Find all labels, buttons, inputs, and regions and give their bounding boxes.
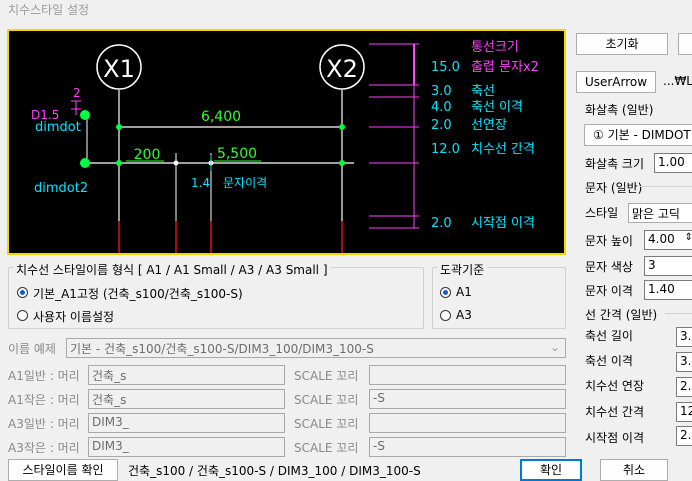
- row-head-input[interactable]: DIM3_: [88, 413, 285, 433]
- radio-user-name[interactable]: [17, 310, 28, 321]
- spin-icon[interactable]: ⇕: [685, 232, 692, 243]
- arrow-size-label: 화살촉 크기: [585, 157, 645, 171]
- check-style-name-button[interactable]: 스타일이름 확인: [8, 459, 118, 481]
- dim-gap-input[interactable]: 12: [676, 402, 692, 422]
- row-head-input[interactable]: 건축_s: [88, 365, 285, 385]
- text-section-divider: [640, 186, 692, 187]
- line-section-divider: [665, 313, 692, 314]
- ann-axis-gap-label: 축선 이격: [471, 100, 523, 115]
- text-height-input[interactable]: 4.00 ⇕: [644, 230, 692, 250]
- name-example-value: 기본 - 건축_s100/건축_s100-S/DIM3_100/DIM3_100…: [70, 342, 374, 356]
- arrow-section-title: 화살촉 (일반): [585, 103, 654, 117]
- name-example-select[interactable]: 기본 - 건축_s100/건축_s100-S/DIM3_100/DIM3_100…: [66, 338, 566, 358]
- start-gap-input[interactable]: 2.0: [676, 426, 692, 446]
- text-style-label: 스타일: [585, 206, 619, 220]
- ann-size-label-b: 출렵 문자x2: [471, 60, 539, 75]
- draw-standard-legend: 도곽기준: [437, 261, 488, 278]
- row-tail-label: SCALE 꼬리: [294, 393, 359, 407]
- ann-dimgap-value: 12.0: [431, 142, 460, 157]
- row-tail-input[interactable]: -S: [369, 389, 566, 409]
- row-tail-input[interactable]: [369, 413, 566, 433]
- style-name-result: 건축_s100 / 건축_s100-S / DIM3_100 / DIM3_10…: [128, 464, 421, 478]
- radio-fixed-name-label[interactable]: 기본_A1고정 (건축_s100/건축_s100-S): [33, 285, 243, 302]
- cancel-button[interactable]: 취소: [600, 459, 668, 481]
- row-head-label: A1일반 : 머리: [8, 369, 80, 383]
- preview-canvas: X1 X2 6,400 5,500 200 dimdot dimdot2 1.4…: [31, 40, 539, 253]
- reset-button[interactable]: 초기화: [576, 33, 668, 55]
- row-head-label: A3작은 : 머리: [8, 441, 80, 455]
- grid-label-x1: X1: [103, 55, 135, 83]
- ann-axis-value: 3.0: [431, 84, 452, 99]
- text-style-select[interactable]: 맑은 고딕: [628, 203, 692, 223]
- ann-ext-value: 2.0: [431, 118, 452, 133]
- ann-start-label: 시작점 이격: [471, 216, 535, 231]
- row-head-input[interactable]: 건축_s: [88, 389, 285, 409]
- dimdot-label: dimdot: [35, 120, 81, 135]
- row-tail-label: SCALE 꼬리: [294, 441, 359, 455]
- radio-user-name-label[interactable]: 사용자 이름설정: [33, 308, 114, 325]
- axis-length-input[interactable]: 3.0: [676, 327, 692, 347]
- name-format-legend: 치수선 스타일이름 형식 [ A1 / A1 Small / A3 / A3 S…: [13, 261, 331, 278]
- two-label: 2: [73, 86, 81, 100]
- dim-text-5500: 5,500: [217, 146, 257, 162]
- d-label: D1.5: [31, 108, 59, 122]
- row-tail-label: SCALE 꼬리: [294, 417, 359, 431]
- text-height-label: 문자 높이: [585, 234, 633, 248]
- grid-label-x2: X2: [326, 55, 358, 83]
- text-gap-label: 문자 이격: [585, 284, 633, 298]
- text-color-label: 문자 색상: [585, 260, 633, 274]
- row-tail-label: SCALE 꼬리: [294, 369, 359, 383]
- name-example-label: 이름 예제: [8, 342, 56, 356]
- text-height-value: 4.00: [648, 232, 675, 246]
- dim-gap-label: 치수선 간격: [585, 405, 645, 419]
- start-gap-label: 시작점 이격: [585, 431, 645, 445]
- ann-dimgap-label: 치수선 간격: [471, 142, 535, 157]
- ann-axis-label: 축선: [471, 84, 495, 99]
- radio-fixed-name[interactable]: [17, 287, 28, 298]
- row-tail-input[interactable]: -S: [369, 437, 566, 457]
- ann-ext-label: 선연장: [471, 118, 507, 133]
- dimdot2-label: dimdot2: [34, 181, 88, 196]
- arrow-path-text: ...₩LI: [663, 74, 692, 88]
- text-color-input[interactable]: 3: [644, 256, 692, 276]
- radio-a1-label[interactable]: A1: [456, 285, 472, 299]
- axis-gap-input[interactable]: 3.0: [676, 352, 692, 372]
- ann-size-value: 15.0: [431, 60, 460, 75]
- dim-extension-label: 치수선 연장: [585, 379, 645, 393]
- axis-gap-label: 축선 이격: [585, 354, 633, 368]
- radio-a3-label[interactable]: A3: [456, 308, 472, 322]
- dim-extension-input[interactable]: 2.0: [676, 377, 692, 397]
- text-gap-input[interactable]: 1.40: [644, 280, 692, 300]
- row-tail-input[interactable]: [369, 365, 566, 385]
- line-section-title: 선 간격 (일반): [585, 308, 658, 322]
- ann-size-label-a: 통선크기: [471, 40, 519, 55]
- dimension-preview: X1 X2 6,400 5,500 200 dimdot dimdot2 1.4…: [7, 29, 566, 255]
- radio-a1[interactable]: [440, 287, 451, 298]
- user-arrow-button[interactable]: UserArrow: [576, 71, 656, 93]
- text-gap-value: 1.4: [191, 176, 210, 190]
- row-head-label: A1작은 : 머리: [8, 393, 80, 407]
- row-head-label: A3일반 : 머리: [8, 417, 80, 431]
- ann-start-value: 2.0: [431, 216, 452, 231]
- ann-axis-gap-value: 4.0: [431, 100, 452, 115]
- row-head-input[interactable]: DIM3_: [88, 437, 285, 457]
- arrow-type-select[interactable]: ① 기본 - DIMDOT: [584, 124, 692, 146]
- window-title: 치수스타일 설정: [8, 3, 90, 17]
- ok-button[interactable]: 확인: [520, 459, 582, 481]
- extra-button[interactable]: [678, 33, 692, 55]
- arrow-size-input[interactable]: 1.00: [654, 153, 692, 173]
- radio-a3[interactable]: [440, 310, 451, 321]
- axis-length-label: 축선 길이: [585, 329, 633, 343]
- chevron-down-icon: ⌄: [549, 340, 560, 354]
- text-section-title: 문자 (일반): [585, 181, 643, 195]
- text-gap-label: 문자이격: [223, 176, 267, 190]
- dim-text-6400: 6,400: [201, 109, 241, 125]
